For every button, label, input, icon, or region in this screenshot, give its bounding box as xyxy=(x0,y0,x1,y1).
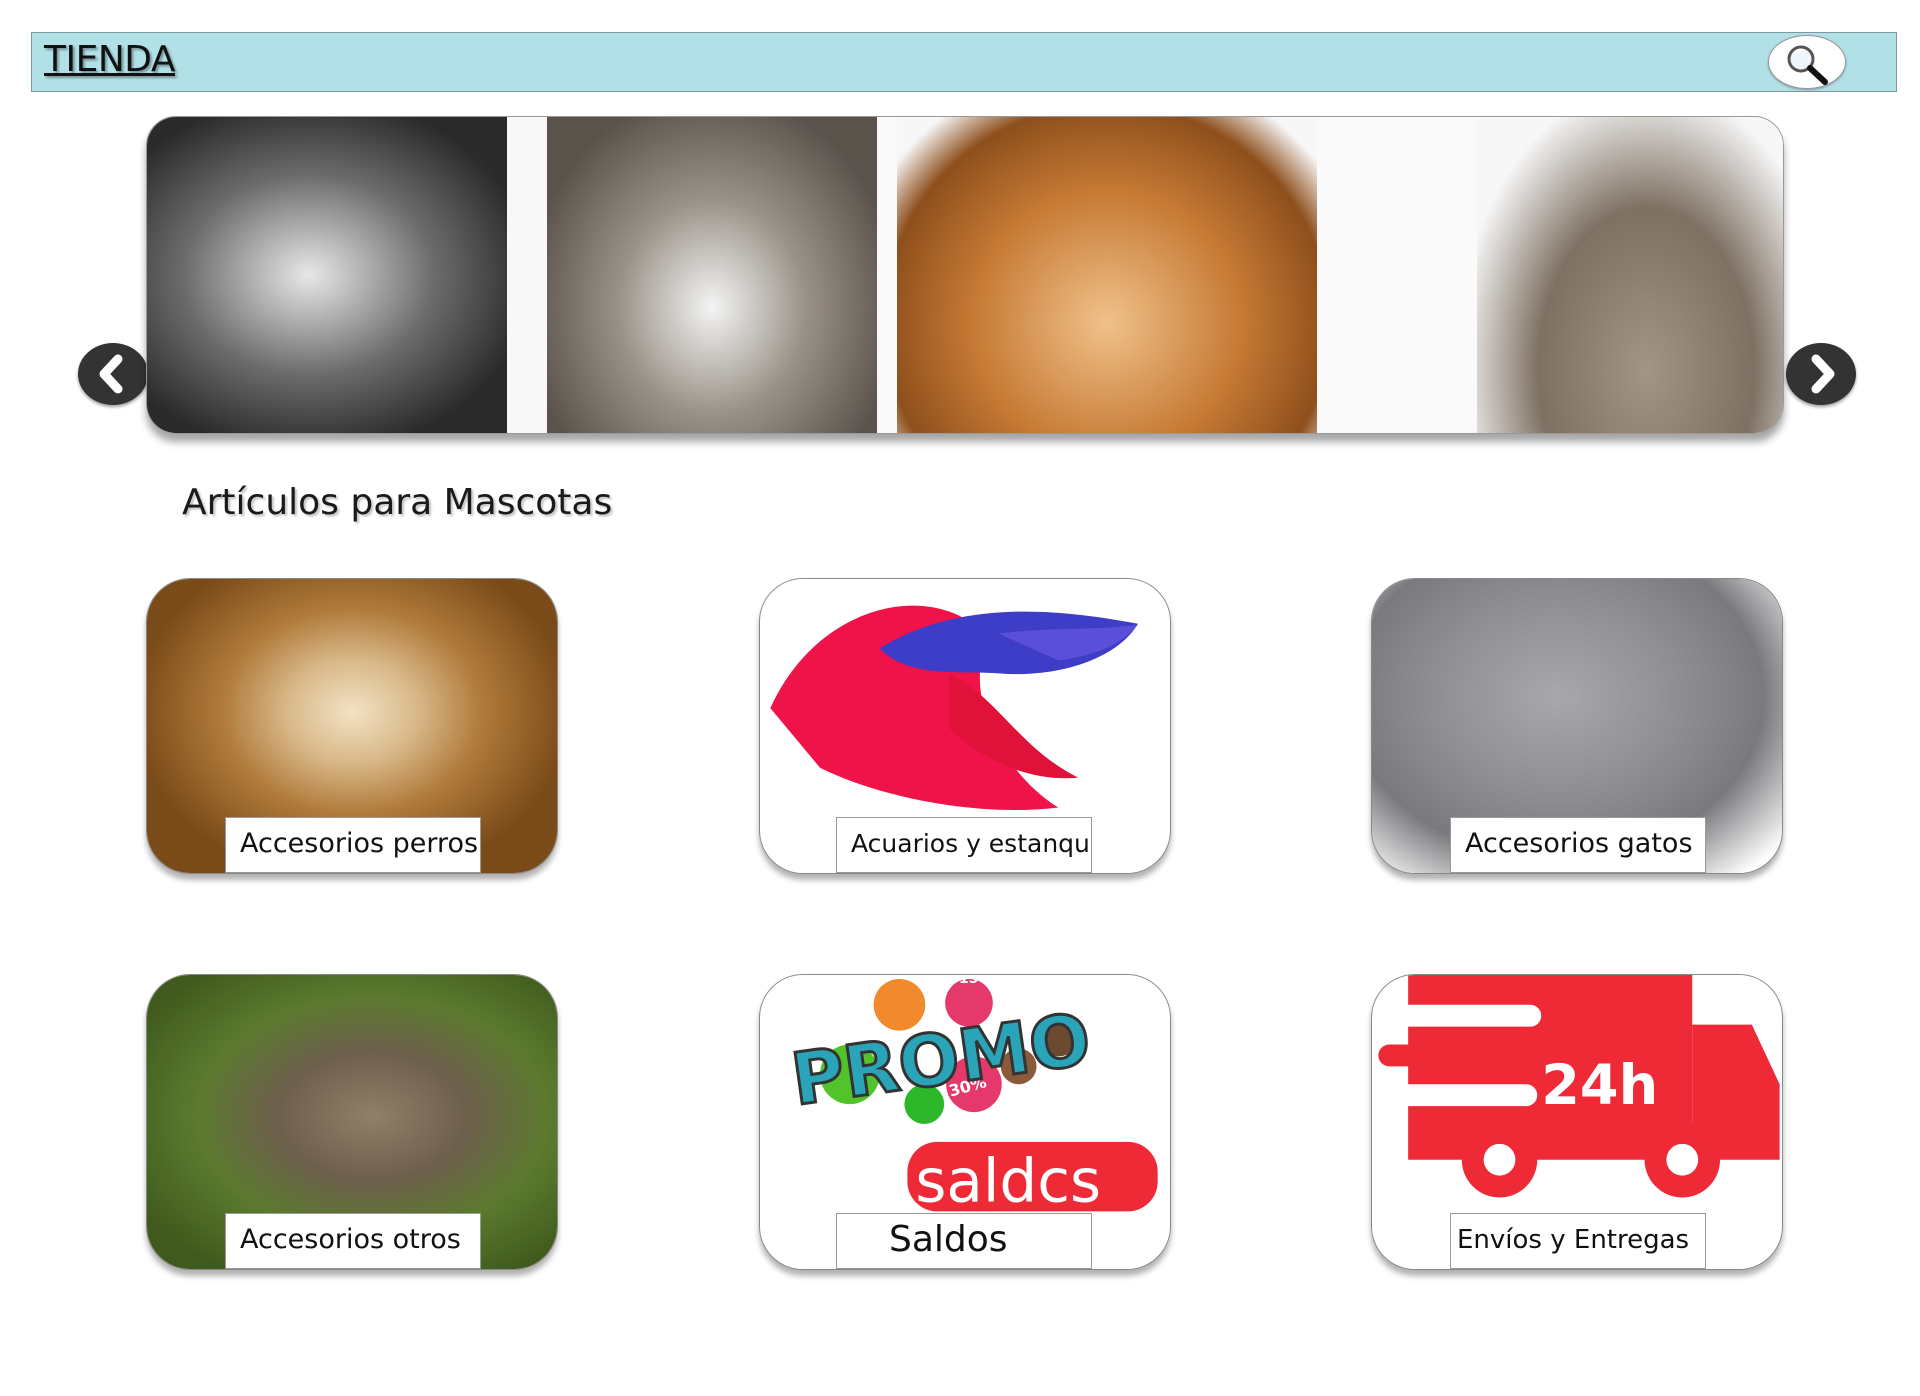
search-button[interactable] xyxy=(1768,35,1846,89)
section-title: Artículos para Mascotas xyxy=(182,482,613,523)
category-card-cats[interactable]: Accesorios gatos xyxy=(1371,578,1783,874)
category-card-sales[interactable]: 15 30% PROMO saldcs Saldos xyxy=(759,974,1171,1270)
carousel-prev-button[interactable] xyxy=(78,343,148,405)
category-label: Accesorios gatos xyxy=(1450,817,1706,873)
top-bar: TIENDA xyxy=(31,32,1897,92)
hero-carousel[interactable] xyxy=(146,116,1784,434)
chevron-left-icon xyxy=(99,354,123,394)
category-label: Accesorios otros xyxy=(225,1213,481,1269)
dog-photo xyxy=(147,117,507,433)
cat-photo xyxy=(1477,117,1783,433)
cat-photo xyxy=(547,117,877,433)
dog-photo xyxy=(897,117,1317,433)
magnifier-icon xyxy=(1787,45,1828,85)
store-title[interactable]: TIENDA xyxy=(44,39,176,80)
svg-text:15: 15 xyxy=(959,975,978,987)
category-card-aquariums[interactable]: Acuarios y estanques xyxy=(759,578,1171,874)
category-label: Saldos xyxy=(836,1213,1092,1269)
svg-text:24h: 24h xyxy=(1541,1053,1658,1118)
category-label: Accesorios perros xyxy=(225,817,481,873)
category-card-others[interactable]: Accesorios otros xyxy=(146,974,558,1270)
svg-text:saldcs: saldcs xyxy=(915,1147,1101,1216)
carousel-next-button[interactable] xyxy=(1786,343,1856,405)
category-card-dogs[interactable]: Accesorios perros xyxy=(146,578,558,874)
category-label: Envíos y Entregas xyxy=(1450,1213,1706,1269)
category-label: Acuarios y estanques xyxy=(836,817,1092,873)
category-card-shipping[interactable]: 24h Envíos y Entregas xyxy=(1371,974,1783,1270)
chevron-right-icon xyxy=(1811,354,1835,394)
